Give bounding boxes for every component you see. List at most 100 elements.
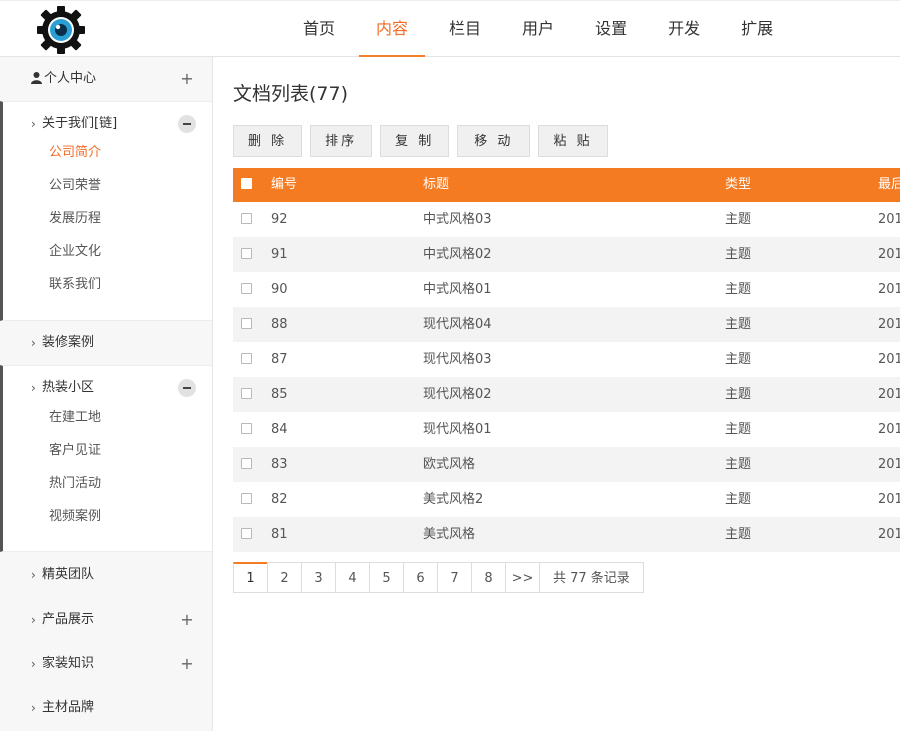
page-3-button[interactable]: 3 xyxy=(301,562,336,593)
sidebar-item-hot[interactable]: › 热装小区 xyxy=(3,366,212,410)
sidebar-subitem-testimonials[interactable]: 客户见证 xyxy=(3,434,212,467)
row-type: 主题 xyxy=(725,282,752,297)
sidebar-item-label: 个人中心 xyxy=(44,71,97,86)
plus-icon[interactable]: + xyxy=(178,655,196,673)
row-title-link[interactable]: 中式风格02 xyxy=(423,237,492,272)
record-count: 共 77 条记录 xyxy=(539,562,644,593)
select-all-checkbox[interactable] xyxy=(241,168,252,202)
row-id: 92 xyxy=(271,212,288,227)
sidebar-subitem-culture[interactable]: 企业文化 xyxy=(3,235,212,268)
row-title-link[interactable]: 欧式风格 xyxy=(423,447,475,482)
sidebar-item-products[interactable]: › 产品展示 + xyxy=(0,598,212,642)
row-checkbox[interactable] xyxy=(241,342,252,377)
row-date: 201 xyxy=(878,422,900,437)
row-title-link[interactable]: 现代风格04 xyxy=(423,307,492,342)
row-date: 201 xyxy=(878,527,900,542)
row-type: 主题 xyxy=(725,492,752,507)
table-row[interactable]: 81 美式风格 主题 201 xyxy=(233,517,900,552)
nav-users[interactable]: 用户 xyxy=(505,1,571,57)
sidebar-subitem-videos[interactable]: 视频案例 xyxy=(3,500,212,533)
row-checkbox[interactable] xyxy=(241,377,252,412)
sidebar: 个人中心 + › 关于我们[链] 公司简介 公司荣誉 发展历程 企业文化 联系我… xyxy=(0,57,213,731)
nav-content[interactable]: 内容 xyxy=(359,1,426,57)
table-row[interactable]: 83 欧式风格 主题 201 xyxy=(233,447,900,482)
sidebar-subitem-company-honor[interactable]: 公司荣誉 xyxy=(3,169,212,202)
row-date: 201 xyxy=(878,387,900,402)
page-1-button[interactable]: 1 xyxy=(233,562,268,593)
row-checkbox[interactable] xyxy=(241,517,252,552)
row-checkbox[interactable] xyxy=(241,447,252,482)
sidebar-item-about[interactable]: › 关于我们[链] xyxy=(3,102,212,146)
sidebar-item-label: 主材品牌 xyxy=(42,700,95,715)
row-checkbox[interactable] xyxy=(241,307,252,342)
sidebar-subitem-contact[interactable]: 联系我们 xyxy=(3,268,212,301)
column-header-title[interactable]: 标题 xyxy=(423,168,449,202)
page-4-button[interactable]: 4 xyxy=(335,562,370,593)
sidebar-subitem-history[interactable]: 发展历程 xyxy=(3,202,212,235)
table-row[interactable]: 90 中式风格01 主题 201 xyxy=(233,272,900,307)
sidebar-subitem-events[interactable]: 热门活动 xyxy=(3,467,212,500)
table-row[interactable]: 88 现代风格04 主题 201 xyxy=(233,307,900,342)
chevron-right-icon: › xyxy=(31,657,36,671)
column-header-id[interactable]: 编号 xyxy=(271,168,297,202)
plus-icon[interactable]: + xyxy=(178,70,196,88)
row-checkbox[interactable] xyxy=(241,412,252,447)
camera-logo-icon[interactable] xyxy=(36,5,86,55)
row-checkbox[interactable] xyxy=(241,272,252,307)
row-type: 主题 xyxy=(725,352,752,367)
row-title-link[interactable]: 美式风格2 xyxy=(423,482,483,517)
row-date: 201 xyxy=(878,492,900,507)
row-id: 87 xyxy=(271,352,288,367)
column-header-date[interactable]: 最后 xyxy=(878,168,900,202)
row-title-link[interactable]: 现代风格03 xyxy=(423,342,492,377)
row-title-link[interactable]: 中式风格03 xyxy=(423,202,492,237)
next-page-button[interactable]: >> xyxy=(505,562,540,593)
page-2-button[interactable]: 2 xyxy=(267,562,302,593)
copy-button[interactable]: 复 制 xyxy=(380,125,450,157)
sidebar-item-label: 关于我们[链] xyxy=(42,116,118,131)
page-8-button[interactable]: 8 xyxy=(471,562,506,593)
sidebar-item-knowledge[interactable]: › 家装知识 + xyxy=(0,642,212,686)
row-title-link[interactable]: 中式风格01 xyxy=(423,272,492,307)
chevron-right-icon: › xyxy=(31,568,36,582)
column-header-type[interactable]: 类型 xyxy=(725,168,751,202)
row-type: 主题 xyxy=(725,387,752,402)
page-5-button[interactable]: 5 xyxy=(369,562,404,593)
delete-button[interactable]: 删 除 xyxy=(233,125,303,157)
nav-columns[interactable]: 栏目 xyxy=(432,1,498,57)
nav-develop[interactable]: 开发 xyxy=(651,1,717,57)
nav-settings[interactable]: 设置 xyxy=(578,1,644,57)
table-row[interactable]: 82 美式风格2 主题 201 xyxy=(233,482,900,517)
nav-home[interactable]: 首页 xyxy=(286,1,352,57)
sidebar-item-personal[interactable]: 个人中心 + xyxy=(0,57,212,101)
table-row[interactable]: 85 现代风格02 主题 201 xyxy=(233,377,900,412)
row-title-link[interactable]: 现代风格02 xyxy=(423,377,492,412)
plus-icon[interactable]: + xyxy=(178,611,196,629)
paste-button[interactable]: 粘 贴 xyxy=(538,125,608,157)
page-7-button[interactable]: 7 xyxy=(437,562,472,593)
row-title-link[interactable]: 美式风格 xyxy=(423,517,475,552)
page-6-button[interactable]: 6 xyxy=(403,562,438,593)
row-id: 91 xyxy=(271,247,288,262)
row-checkbox[interactable] xyxy=(241,482,252,517)
sort-button[interactable]: 排序 xyxy=(310,125,373,157)
sidebar-item-brands[interactable]: › 主材品牌 xyxy=(0,686,212,730)
move-button[interactable]: 移 动 xyxy=(457,125,531,157)
sidebar-item-cases[interactable]: › 装修案例 xyxy=(0,321,212,365)
minus-icon[interactable] xyxy=(178,379,196,397)
sidebar-group-hot: › 热装小区 在建工地 客户见证 热门活动 视频案例 xyxy=(0,365,212,552)
table-row[interactable]: 91 中式风格02 主题 201 xyxy=(233,237,900,272)
row-checkbox[interactable] xyxy=(241,202,252,237)
sidebar-item-label: 热装小区 xyxy=(42,380,95,395)
minus-icon[interactable] xyxy=(178,115,196,133)
table-row[interactable]: 87 现代风格03 主题 201 xyxy=(233,342,900,377)
toolbar: 删 除 排序 复 制 移 动 粘 贴 xyxy=(233,125,616,157)
nav-extend[interactable]: 扩展 xyxy=(724,1,790,57)
row-type: 主题 xyxy=(725,457,752,472)
table-row[interactable]: 84 现代风格01 主题 201 xyxy=(233,412,900,447)
sidebar-item-team[interactable]: › 精英团队 xyxy=(0,552,212,598)
row-title-link[interactable]: 现代风格01 xyxy=(423,412,492,447)
sidebar-item-label: 装修案例 xyxy=(42,335,95,350)
row-checkbox[interactable] xyxy=(241,237,252,272)
table-row[interactable]: 92 中式风格03 主题 201 xyxy=(233,202,900,237)
